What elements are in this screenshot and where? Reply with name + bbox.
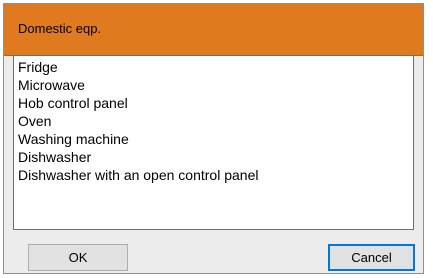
cancel-button[interactable]: Cancel [328, 244, 415, 271]
dialog-title: Domestic eqp. [18, 21, 102, 36]
list-item[interactable]: Washing machine [18, 130, 413, 148]
list-item[interactable]: Microwave [18, 76, 413, 94]
list-item[interactable]: Dishwasher [18, 148, 413, 166]
ok-button[interactable]: OK [28, 244, 128, 271]
list-item[interactable]: Hob control panel [18, 94, 413, 112]
equipment-listbox[interactable]: Fridge Microwave Hob control panel Oven … [13, 55, 414, 230]
dialog-titlebar: Domestic eqp. [4, 4, 423, 56]
list-item[interactable]: Fridge [18, 58, 413, 76]
list-item[interactable]: Dishwasher with an open control panel [18, 166, 413, 184]
list-item[interactable]: Oven [18, 112, 413, 130]
domestic-equipment-dialog: Domestic eqp. Fridge Microwave Hob contr… [3, 3, 424, 274]
